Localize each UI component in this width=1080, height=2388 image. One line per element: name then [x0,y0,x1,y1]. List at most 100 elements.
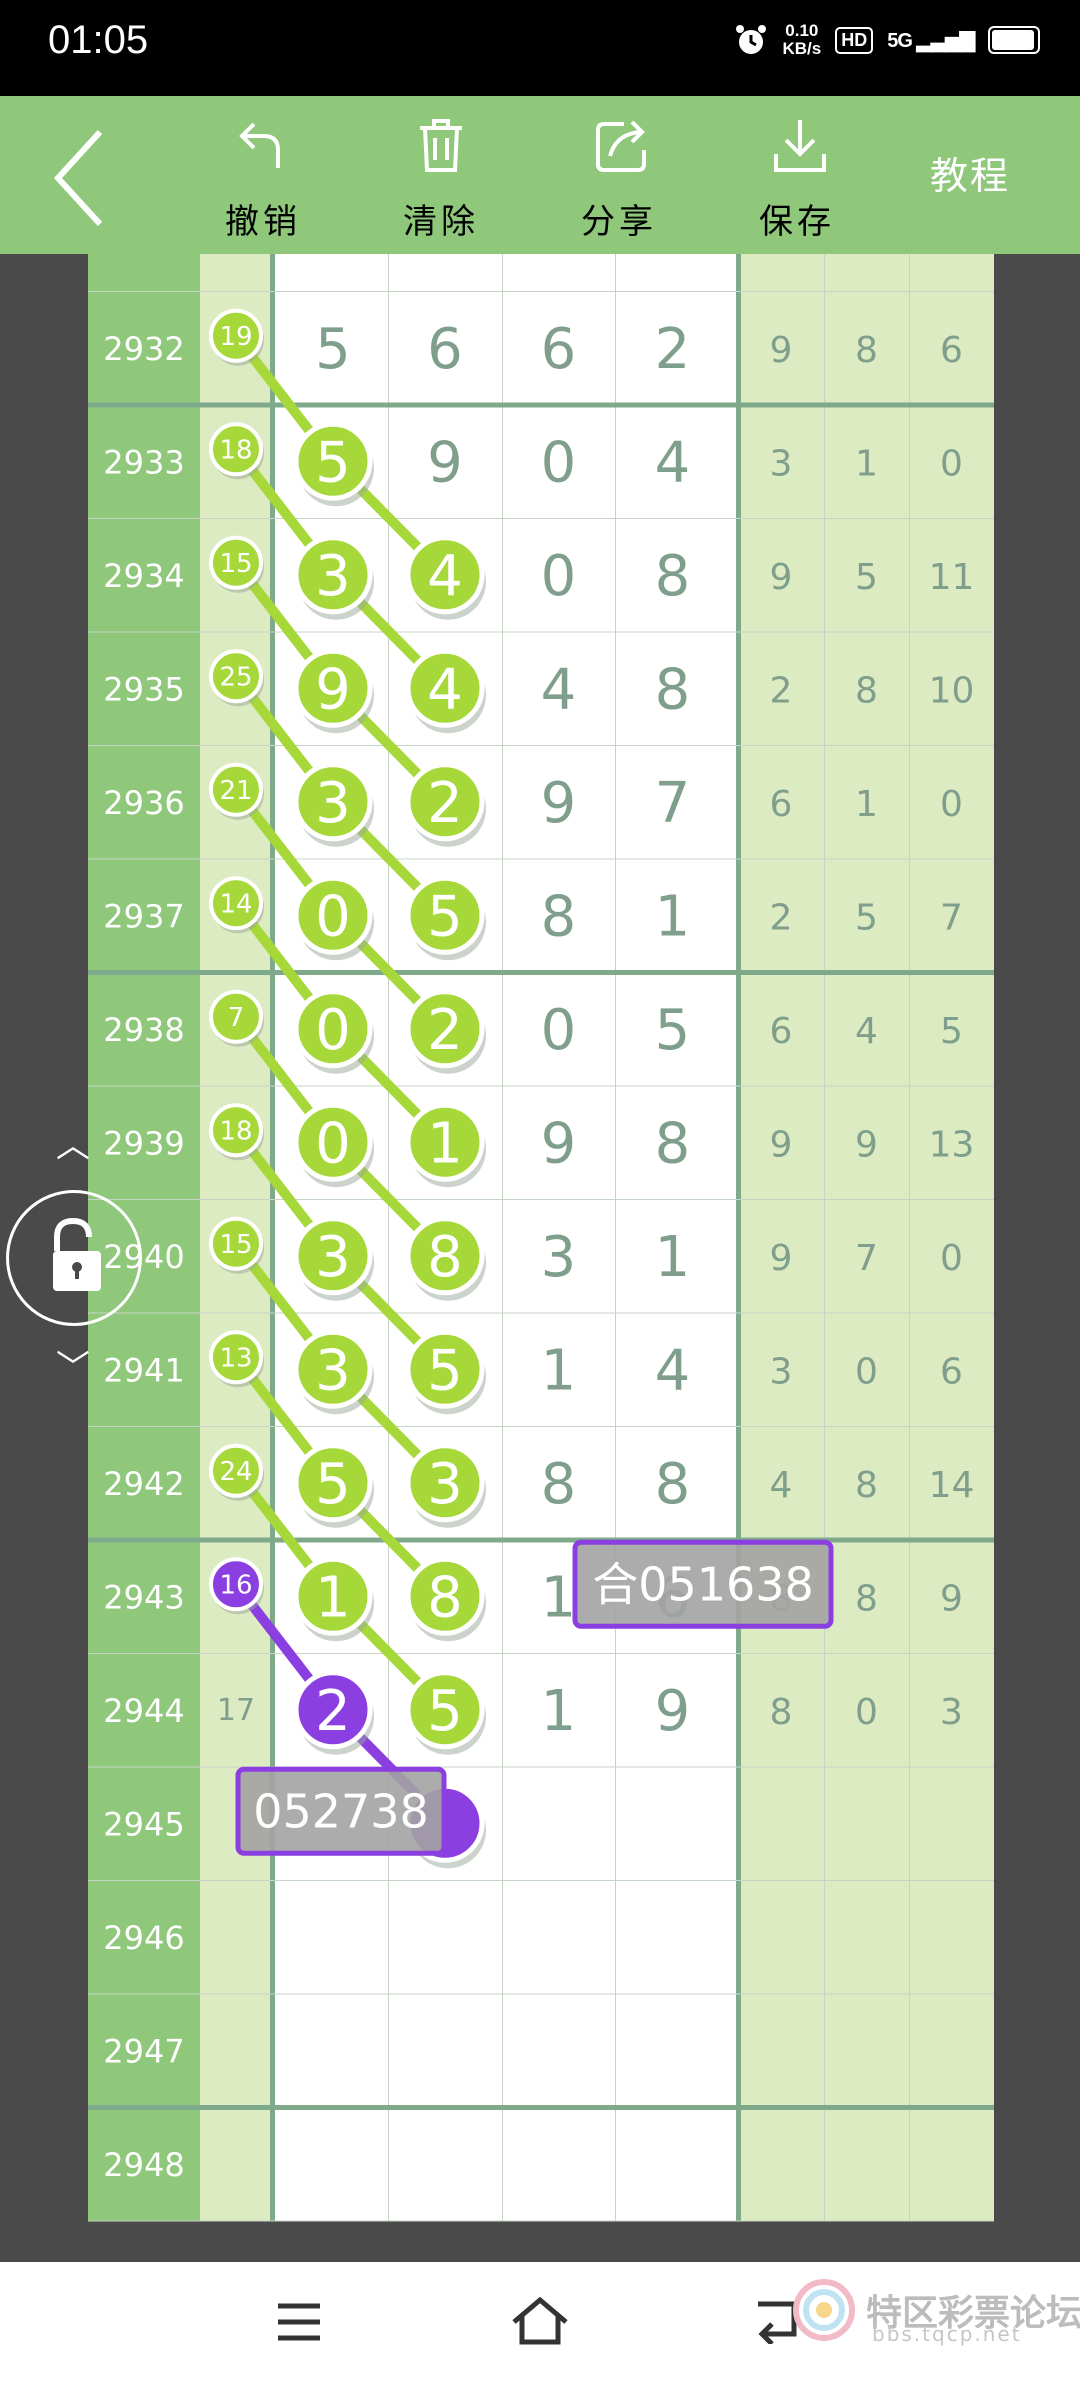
row-divider [88,518,994,519]
clear-label: 清除 [403,202,479,242]
selection-tag[interactable]: 052738 [235,1766,447,1856]
issue-number: 2936 [103,784,184,822]
trend-chart[interactable]: 2932566298629335904310293434089511293594… [0,254,1080,2262]
column-divider [270,254,275,2221]
digit-cell: 4 [655,1338,691,1403]
digit-circle-value: 1 [427,1111,463,1176]
alarm-icon [736,25,767,54]
row-divider [88,291,994,292]
digit-cell: 2 [655,317,691,382]
issue-number: 2932 [103,330,184,368]
row-divider [88,1880,994,1881]
selection-tag-text: 052738 [253,1784,429,1838]
issue-number: 2942 [103,1465,184,1503]
watermark-logo-icon [793,2279,855,2341]
undo-label: 撤销 [225,202,301,242]
stat-cell: 9 [770,1238,793,1279]
stat-cell: 9 [770,1124,793,1165]
sum-value: 16 [219,1570,252,1600]
digit-cell: 8 [541,884,577,949]
sum-value: 15 [219,1230,252,1260]
status-bar: 01:05 0.10 KB/s HD 5G ▂▃▅▇ [0,0,1080,96]
digit-cell: 1 [541,1565,577,1630]
selection-tag[interactable]: 合051638 [572,1539,834,1629]
stat-cell: 3 [770,1351,793,1392]
stat-cell: 6 [940,330,963,371]
status-icons: 0.10 KB/s HD 5G ▂▃▅▇ [734,22,1040,58]
row-divider [88,1993,994,1995]
digit-circle-value: 8 [427,1565,463,1630]
column-divider [388,254,389,2221]
digit-cell: 8 [541,1452,577,1517]
stat-cell: 14 [929,1465,975,1506]
stat-cell: 5 [855,897,878,938]
row-divider [88,858,994,860]
sum-value: 25 [219,662,252,692]
stat-cell: 3 [940,1692,963,1733]
digit-cell: 5 [315,317,351,382]
network-speed-unit: KB/s [782,39,822,58]
back-arrow-icon[interactable] [50,128,110,228]
column-divider [909,254,910,2221]
clear-button[interactable]: 清除 [376,116,506,242]
digit-cell: 6 [427,317,463,382]
digit-cell: 1 [655,884,691,949]
digit-circle-value: 9 [315,657,351,722]
stat-cell: 8 [855,670,878,711]
save-button[interactable]: 保存 [732,116,862,242]
home-icon[interactable] [510,2296,570,2346]
issue-number: 2939 [103,1124,184,1162]
issue-number: 2948 [103,2146,184,2184]
share-label: 分享 [581,202,657,242]
stat-cell: 0 [855,1692,878,1733]
lock-toggle-button[interactable] [6,1190,142,1326]
digit-circle-value: 2 [427,771,463,836]
trash-icon [420,119,462,172]
stat-cell: 9 [770,557,793,598]
stat-cell: 9 [855,1124,878,1165]
column-divider [615,254,616,2221]
share-button[interactable]: 分享 [554,116,684,242]
selection-tag-text: 合051638 [592,1557,814,1611]
digit-circle-value: 3 [315,1338,351,1403]
digit-circle-value: 2 [427,998,463,1063]
digit-circle-value: 0 [315,1111,351,1176]
row-divider [88,1199,994,1200]
stat-cell: 9 [940,1578,963,1619]
network-type: 5G [887,29,913,52]
scroll-up-chevron-icon[interactable]: ︿ [56,1118,90,1167]
sum-value: 13 [219,1343,252,1373]
digit-circle-value: 4 [427,657,463,722]
stat-cell: 11 [929,557,975,598]
digit-circle-value: 5 [427,1338,463,1403]
digit-circle-value: 2 [315,1679,351,1744]
stat-cell: 6 [940,1351,963,1392]
row-divider [88,1766,994,1768]
issue-number: 2944 [103,1692,184,1730]
digit-cell: 8 [655,1111,691,1176]
digit-circle-value: 3 [315,544,351,609]
undo-icon [239,122,280,168]
issue-number: 2933 [103,443,184,481]
digit-cell: 8 [655,1452,691,1517]
tutorial-link[interactable]: 教程 [930,145,1010,200]
sum-value: 14 [219,889,252,919]
digit-cell: 4 [541,657,577,722]
network-speed-value: 0.10 [785,21,819,40]
stat-cell: 13 [929,1124,975,1165]
stat-cell: 9 [770,330,793,371]
digit-cell: 0 [541,430,577,495]
undo-button[interactable]: 撤销 [198,116,328,242]
digit-circle-value: 1 [315,1565,351,1630]
scroll-down-chevron-icon[interactable]: ﹀ [56,1340,90,1389]
digit-cell: 7 [655,771,691,836]
row-divider [88,2105,994,2110]
digit-circle-value: 3 [315,771,351,836]
digit-cell: 1 [541,1338,577,1403]
menu-icon[interactable] [276,2302,322,2342]
stat-cell: 8 [855,1465,878,1506]
digit-circle-value: 8 [427,1225,463,1290]
issue-number: 2935 [103,670,184,708]
battery-icon [988,26,1040,54]
row-divider [88,631,994,633]
